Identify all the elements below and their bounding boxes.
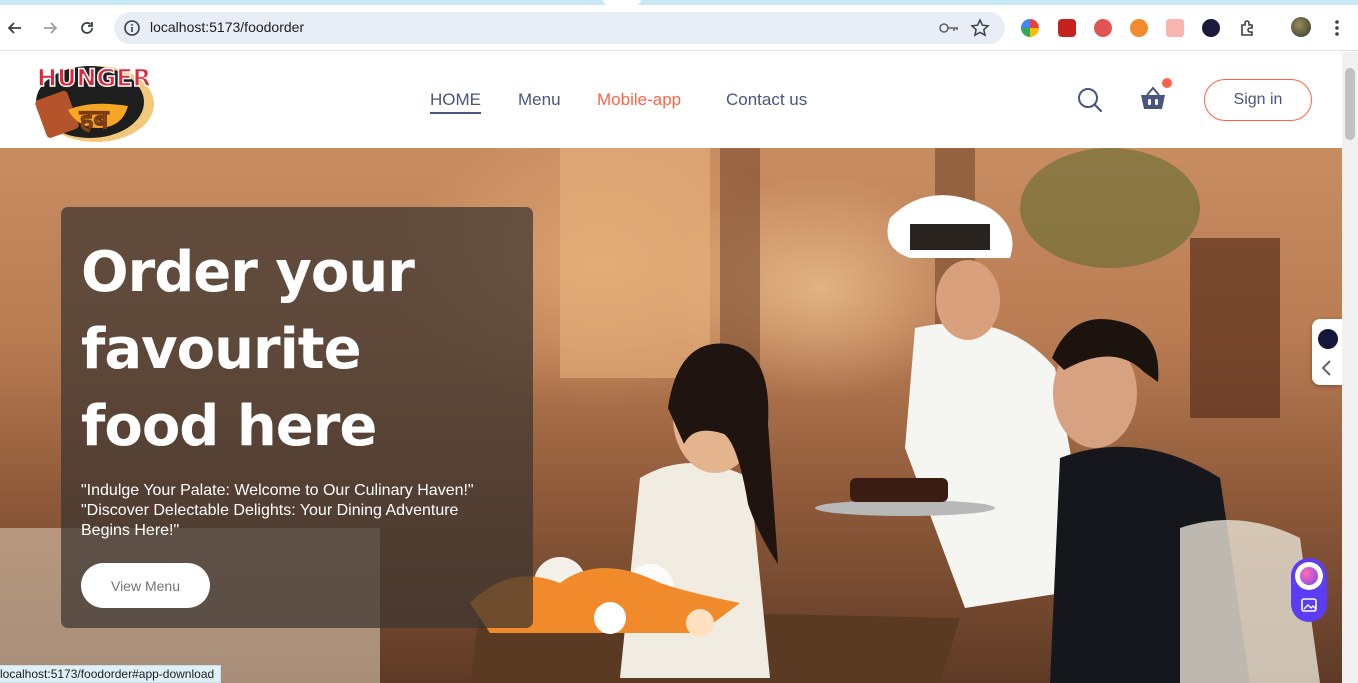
search-icon[interactable] — [1076, 86, 1104, 114]
scrollbar-thumb[interactable] — [1345, 68, 1355, 140]
nav-contact-us[interactable]: Contact us — [726, 90, 807, 110]
address-bar[interactable]: localhost:5173/foodorder — [114, 12, 1005, 44]
dark-play-extension-icon[interactable] — [1318, 329, 1338, 349]
back-icon[interactable] — [2, 15, 28, 41]
logo-text-top: HUNGER — [37, 64, 151, 92]
salmon-extension-icon[interactable] — [1166, 19, 1184, 37]
red-extension-icon[interactable] — [1058, 19, 1076, 37]
nav-mobile-app[interactable]: Mobile-app — [597, 90, 681, 110]
bookmark-star-icon[interactable] — [970, 18, 990, 42]
cart-notification-dot — [1162, 78, 1172, 88]
extensions-icon[interactable] — [1235, 15, 1261, 41]
image-sparkle-icon[interactable] — [1300, 596, 1318, 618]
site-header: हब HUNGER HOME Menu Mobile-app Contact u… — [0, 52, 1342, 148]
nav-home[interactable]: HOME — [430, 90, 481, 114]
logo-text-bottom: हब — [79, 105, 110, 135]
nav-menu[interactable]: Menu — [518, 90, 561, 110]
assistant-orb-icon[interactable] — [1295, 562, 1323, 590]
chevron-left-icon[interactable] — [1320, 359, 1334, 381]
hunger-hub-logo[interactable]: हब HUNGER — [28, 54, 160, 144]
side-panel-tab[interactable] — [1312, 319, 1342, 385]
hero-subtitle: "Indulge Your Palate: Welcome to Our Cul… — [81, 481, 501, 541]
view-menu-button[interactable]: View Menu — [81, 563, 210, 608]
orange-extension-icon[interactable] — [1130, 19, 1148, 37]
hero-banner: Order your favourite food here "Indulge … — [0, 148, 1342, 683]
password-key-icon[interactable] — [938, 19, 960, 41]
assistant-widget[interactable] — [1291, 558, 1327, 622]
hero-subtitle-line-2: "Discover Delectable Delights: Your Dini… — [81, 502, 459, 539]
hero-subtitle-line-1: "Indulge Your Palate: Welcome to Our Cul… — [81, 482, 474, 499]
hero-title: Order your favourite food here — [81, 240, 415, 459]
pink-extension-icon[interactable] — [1094, 19, 1112, 37]
sign-in-button[interactable]: Sign in — [1204, 79, 1312, 121]
reload-icon[interactable] — [74, 15, 100, 41]
info-icon[interactable] — [122, 18, 142, 38]
browser-toolbar: localhost:5173/foodorder — [0, 5, 1358, 51]
color-picker-extension-icon[interactable] — [1021, 19, 1039, 37]
url-text[interactable]: localhost:5173/foodorder — [150, 19, 304, 35]
status-bar-url: localhost:5173/foodorder#app-download — [0, 665, 222, 683]
page-scrollbar[interactable] — [1342, 52, 1358, 683]
profile-avatar[interactable] — [1291, 17, 1311, 37]
basket-icon[interactable] — [1138, 84, 1172, 116]
menu-dots-icon[interactable] — [1324, 15, 1350, 41]
forward-icon[interactable] — [37, 15, 63, 41]
dark-play-extension-icon[interactable] — [1202, 19, 1220, 37]
